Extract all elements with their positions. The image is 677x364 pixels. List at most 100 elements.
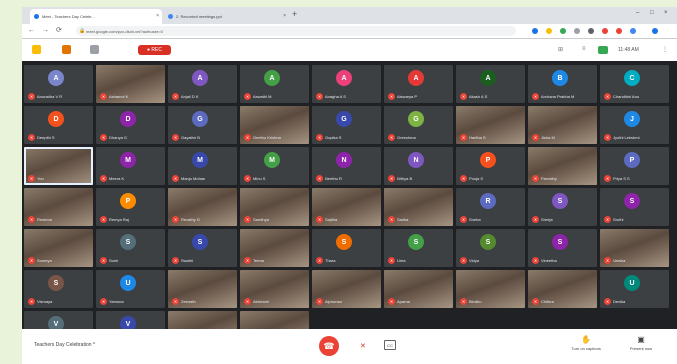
participant-tile[interactable]: A ✕ Anagha A S <box>312 65 381 103</box>
participant-tile[interactable]: S ✕ Swathi <box>168 229 237 267</box>
extension-icon[interactable] <box>574 28 580 34</box>
participant-tile[interactable]: J ✕ Jyothi Lekshmi <box>600 106 669 144</box>
screenshot: Meet - Teachers Day Celebr... × 2. Recor… <box>0 0 677 364</box>
participant-tile[interactable]: S ✕ Uma <box>384 229 453 267</box>
participant-tile[interactable]: R ✕ Sneha <box>456 188 525 226</box>
meeting-details-button[interactable]: Teachers Day Celebration ^ <box>34 342 95 348</box>
participant-tile[interactable]: M ✕ Meera K <box>96 147 165 185</box>
participant-tile[interactable]: ✕ Aparna <box>384 270 453 308</box>
participant-tile[interactable]: G ✕ Greeshma <box>384 106 453 144</box>
participant-tile[interactable]: M ✕ Minu S <box>240 147 309 185</box>
participant-tile[interactable]: ✕ Sandhya <box>240 188 309 226</box>
participant-tile[interactable]: S ✕ Vidya <box>456 229 525 267</box>
end-call-button[interactable]: ☎ <box>319 336 339 356</box>
user-icon[interactable] <box>62 45 71 54</box>
reload-icon[interactable]: ⟳ <box>56 27 62 34</box>
participant-tile[interactable]: G ✕ Gopika S <box>312 106 381 144</box>
profile-avatar[interactable] <box>652 28 658 34</box>
mic-off-icon: ✕ <box>244 216 251 223</box>
extension-icon[interactable] <box>616 28 622 34</box>
participant-tile[interactable]: U ✕ Yamuna <box>96 270 165 308</box>
close-icon[interactable]: × <box>156 13 159 19</box>
participant-tile[interactable]: A ✕ Aswathi M <box>240 65 309 103</box>
participant-tile[interactable]: ✕ Ashamol K <box>96 65 165 103</box>
url-text: meet.google.com/pzc-dkcb-vnt?authuser=0 <box>86 28 163 34</box>
hand-icon[interactable] <box>32 45 41 54</box>
participant-tile[interactable]: ✕ Sarika <box>384 188 453 226</box>
participant-tile[interactable]: B ✕ Archana Prabha M <box>528 65 597 103</box>
participant-tile[interactable]: S ✕ Vismaya <box>24 270 93 308</box>
present-now-action[interactable]: ▣ Present now <box>618 335 664 351</box>
participant-tile[interactable]: ✕ Soumya <box>24 229 93 267</box>
participant-tile[interactable]: ✕ Varsha <box>600 229 669 267</box>
participant-tile[interactable]: ✕ Zeenath <box>168 270 237 308</box>
captions-button[interactable]: CC <box>384 340 396 350</box>
participant-tile[interactable]: S ✕ Sruthi <box>600 188 669 226</box>
menu-icon[interactable]: ≡ <box>582 46 586 52</box>
tab-meet[interactable]: Meet - Teachers Day Celebr... × <box>30 9 162 24</box>
participant-tile[interactable]: C ✕ Chandhini Anu <box>600 65 669 103</box>
participant-avatar: P <box>120 193 136 209</box>
camera-off-icon[interactable]: ✕ <box>360 342 366 350</box>
mic-off-icon: ✕ <box>316 298 323 305</box>
participant-tile[interactable]: A ✕ Anuradha V R <box>24 65 93 103</box>
forward-icon[interactable]: → <box>42 27 49 34</box>
participant-tile[interactable]: ✕ Alphonsa <box>312 270 381 308</box>
mic-off-icon: ✕ <box>172 134 179 141</box>
participant-tile[interactable]: S ✕ Sreeja <box>528 188 597 226</box>
participant-tile[interactable]: A ✕ Aiswarya P <box>384 65 453 103</box>
maximize-button[interactable]: □ <box>650 10 654 16</box>
participant-tile[interactable]: M ✕ Manju Mohan <box>168 147 237 185</box>
participant-tile[interactable]: ✕ Sajitha <box>312 188 381 226</box>
participant-tile[interactable]: P ✕ Remya Raj <box>96 188 165 226</box>
participant-tile[interactable]: G ✕ Gayathri B <box>168 106 237 144</box>
participant-tile[interactable]: ✕ Teena <box>240 229 309 267</box>
participant-tile[interactable]: N ✕ Neethu R <box>312 147 381 185</box>
extension-icon[interactable] <box>546 28 552 34</box>
participant-tile[interactable]: D ✕ Dhanya G <box>96 106 165 144</box>
extension-icon[interactable] <box>630 28 636 34</box>
participant-name: Priya S S <box>613 176 630 181</box>
participant-tile[interactable]: ✕ Haritha S <box>456 106 525 144</box>
new-tab-button[interactable]: + <box>292 10 297 19</box>
tab-slides[interactable]: 2. Recorded meetings.ppt × <box>164 9 289 24</box>
participant-tile[interactable]: ✕ Reshma <box>24 188 93 226</box>
participant-tile[interactable]: ✕ You <box>24 147 93 185</box>
participant-tile[interactable]: ✕ Jisha M <box>528 106 597 144</box>
extension-icon[interactable] <box>588 28 594 34</box>
mic-off-icon: ✕ <box>604 257 611 264</box>
mic-off-icon: ✕ <box>460 134 467 141</box>
participant-tile[interactable]: N ✕ Nithya B <box>384 147 453 185</box>
extension-icon[interactable] <box>602 28 608 34</box>
grid-layout-icon[interactable]: ⊞ <box>558 46 563 53</box>
participant-tile[interactable]: ✕ Chithra <box>528 270 597 308</box>
minimize-button[interactable]: – <box>636 10 639 16</box>
extension-icon[interactable] <box>560 28 566 34</box>
url-field[interactable]: 🔒 meet.google.com/pzc-dkcb-vnt?authuser=… <box>76 26 516 36</box>
mic-off-icon: ✕ <box>604 93 611 100</box>
participant-tile[interactable]: P ✕ Pooja S <box>456 147 525 185</box>
close-window-button[interactable]: × <box>664 10 668 16</box>
back-icon[interactable]: ← <box>28 27 35 34</box>
captions-action[interactable]: ✋ Turn on captions <box>563 335 609 351</box>
participant-tile[interactable]: A ✕ Anjali D K <box>168 65 237 103</box>
more-icon[interactable]: ⋮ <box>662 46 668 53</box>
participant-tile[interactable]: D ✕ Deepthi S <box>24 106 93 144</box>
participant-tile[interactable]: S ✕ Sumi <box>96 229 165 267</box>
participant-tile[interactable]: ✕ Parvathy <box>528 147 597 185</box>
participant-tile[interactable]: A ✕ Akash A S <box>456 65 525 103</box>
participant-tile[interactable]: S ✕ Thara <box>312 229 381 267</box>
mic-off-icon: ✕ <box>460 216 467 223</box>
participant-tile[interactable]: ✕ Revathy G <box>168 188 237 226</box>
action-label: Turn on captions <box>571 346 601 351</box>
participant-tile[interactable]: P ✕ Priya S S <box>600 147 669 185</box>
mic-off-icon: ✕ <box>460 93 467 100</box>
participant-tile[interactable]: ✕ Geethu Krishna <box>240 106 309 144</box>
participant-tile[interactable]: U ✕ Devika <box>600 270 669 308</box>
participant-tile[interactable]: ✕ Abhirami <box>240 270 309 308</box>
extension-icon[interactable] <box>532 28 538 34</box>
participant-tile[interactable]: S ✕ Vineetha <box>528 229 597 267</box>
settings-icon[interactable] <box>90 45 99 54</box>
close-icon[interactable]: × <box>283 13 286 19</box>
participant-tile[interactable]: ✕ Bindhu <box>456 270 525 308</box>
